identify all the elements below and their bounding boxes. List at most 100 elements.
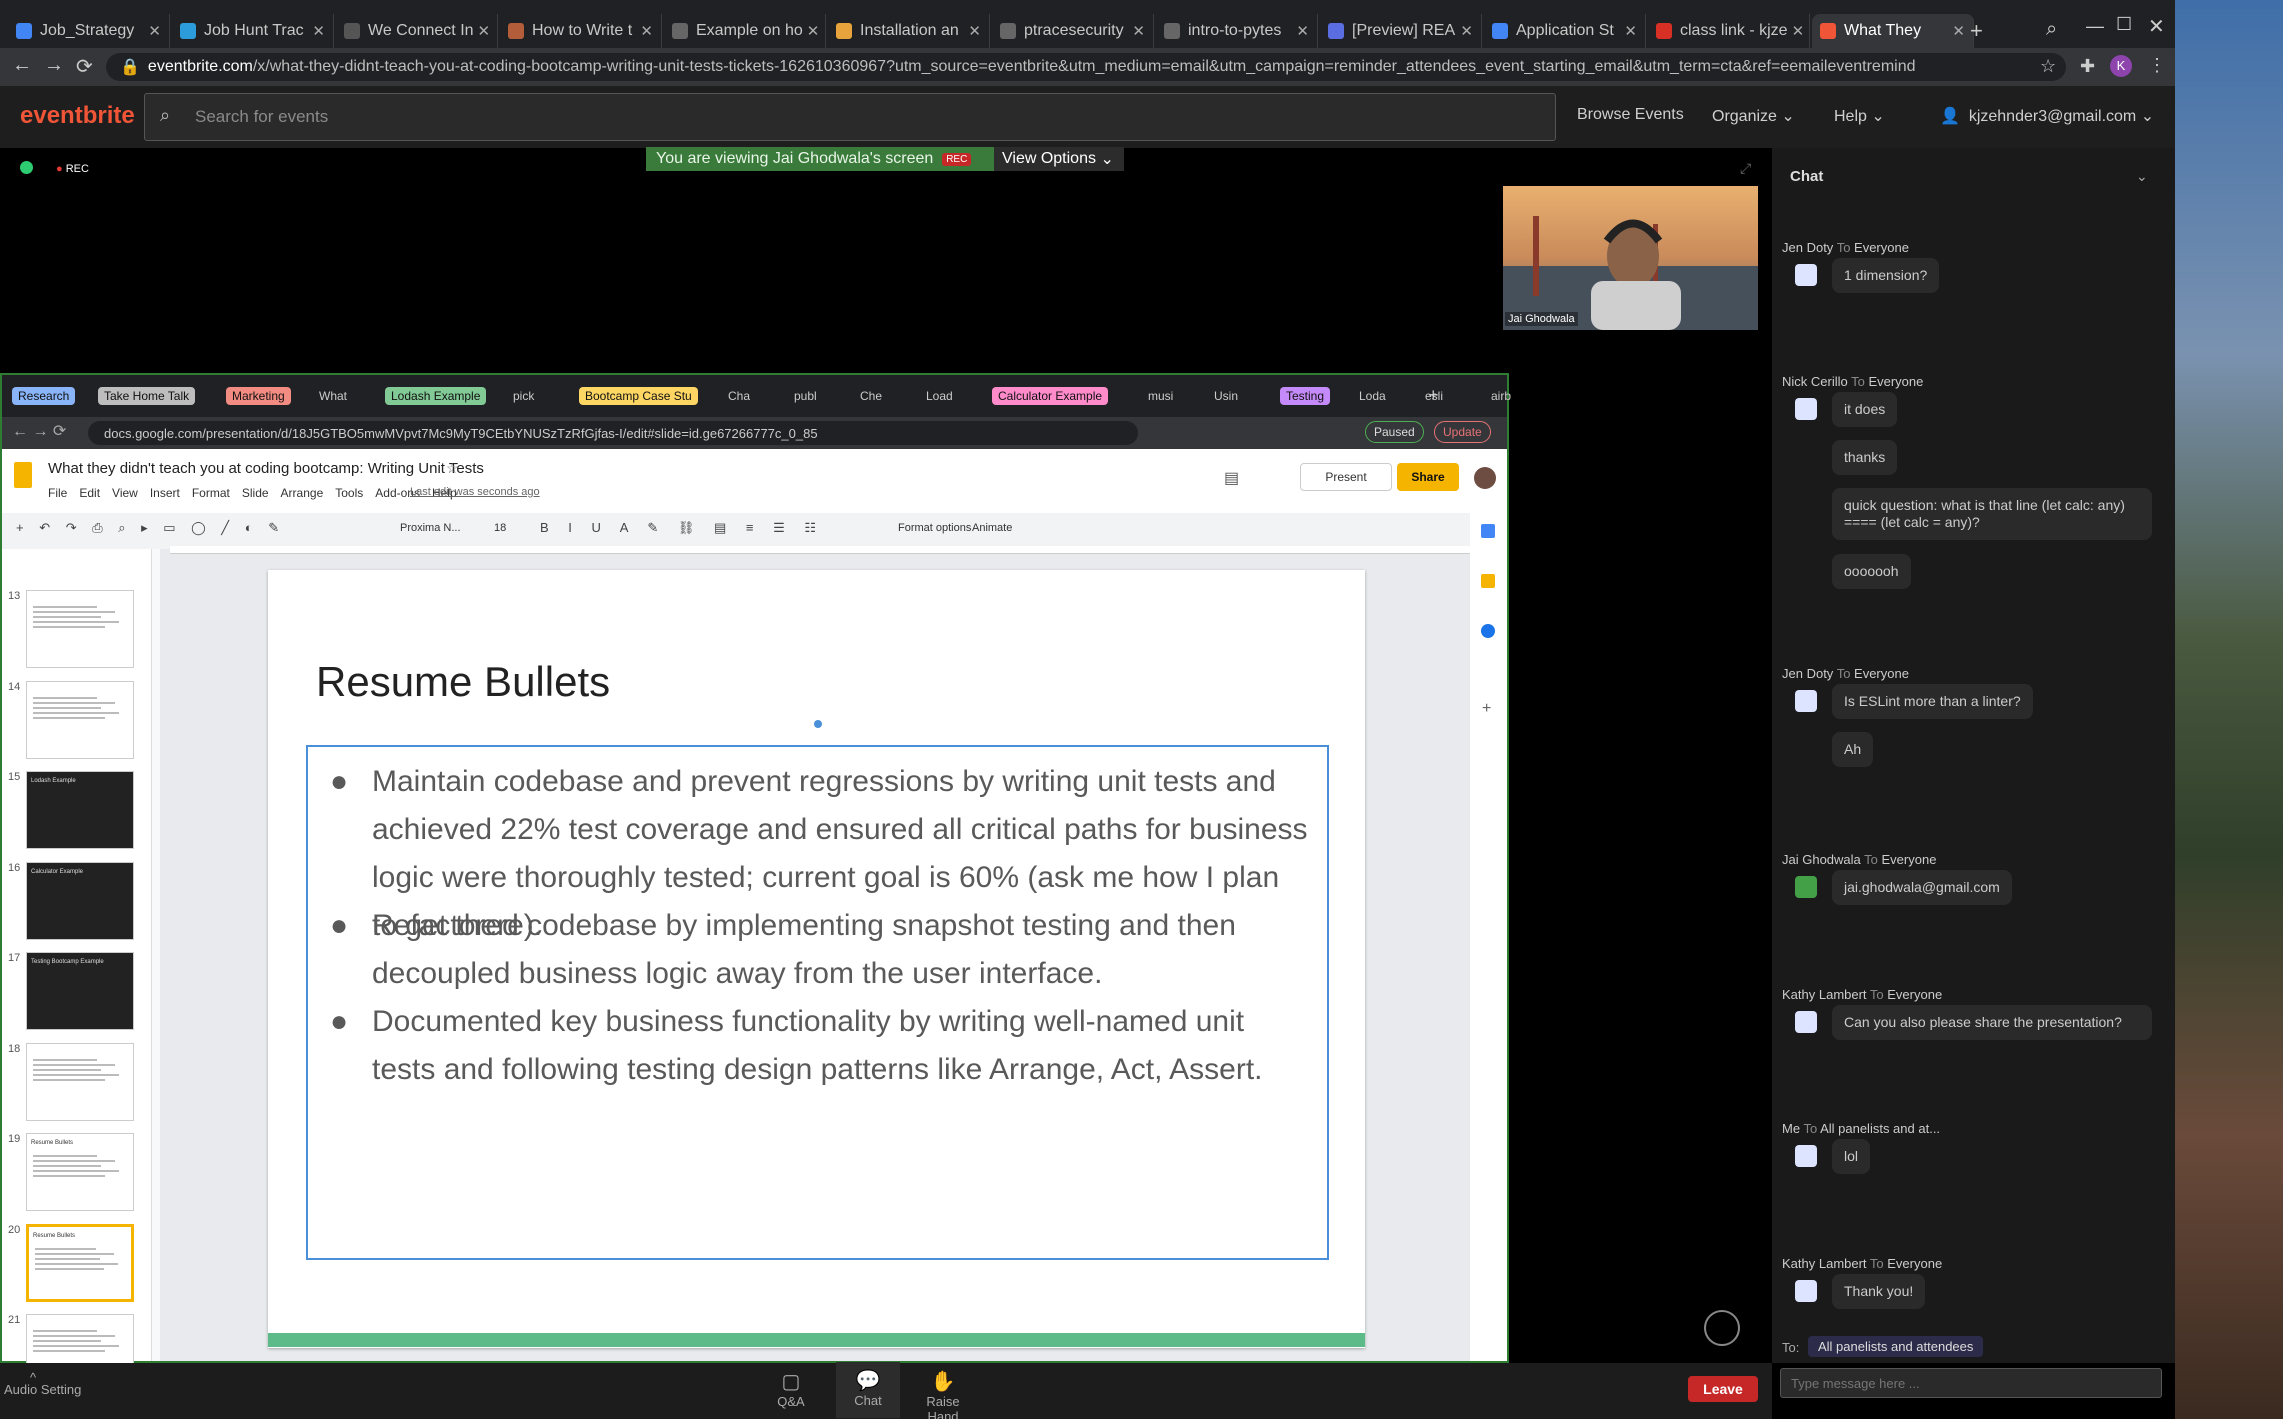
chevron-down-icon: ⌄ bbox=[1781, 108, 1795, 125]
event-search-input[interactable]: Search for events bbox=[144, 93, 1556, 141]
user-icon: 👤 bbox=[1940, 108, 1960, 125]
browser-tab[interactable]: What They ✕ bbox=[1812, 14, 1974, 48]
thumbnail-line bbox=[35, 1247, 97, 1250]
shared-tab-label: Calculator Example bbox=[992, 387, 1109, 405]
thumbnail-line bbox=[33, 706, 101, 709]
help-circle-icon[interactable] bbox=[1704, 1310, 1740, 1346]
browser-tab[interactable]: intro-to-pytes ✕ bbox=[1156, 14, 1318, 48]
chat-recipient-select[interactable]: All panelists and attendees bbox=[1808, 1336, 1984, 1357]
share-label: Share bbox=[1411, 470, 1445, 484]
slide-number: 19 bbox=[8, 1133, 21, 1145]
tab-favicon-icon bbox=[180, 23, 196, 39]
url-input[interactable]: 🔒 eventbrite.com/x/what-they-didnt-teach-… bbox=[106, 53, 2066, 81]
bullet-text: Documented key business functionality by… bbox=[372, 1005, 1263, 1086]
tab-close-icon[interactable]: ✕ bbox=[1620, 22, 1637, 40]
thumbnail-line bbox=[33, 1345, 119, 1347]
slide-thumbnail: Resume Bullets bbox=[26, 1223, 134, 1302]
search-placeholder: Search for events bbox=[195, 107, 329, 126]
chat-title: Chat bbox=[1790, 168, 1824, 185]
browser-tab[interactable]: class link - kjze ✕ bbox=[1648, 14, 1810, 48]
tab-close-icon[interactable]: ✕ bbox=[308, 22, 325, 40]
tab-close-icon[interactable]: ✕ bbox=[1948, 22, 1965, 40]
browser-menu-icon[interactable]: ⋮ bbox=[2148, 55, 2166, 76]
shared-tab: Calculator Example bbox=[988, 383, 1140, 409]
reload-icon[interactable]: ⟳ bbox=[76, 54, 93, 79]
tab-close-icon[interactable]: ✕ bbox=[1456, 22, 1473, 40]
eventbrite-logo[interactable]: eventbrite bbox=[20, 102, 135, 130]
present-button: Present bbox=[1300, 463, 1392, 491]
organize-menu[interactable]: Organize ⌄ bbox=[1712, 106, 1795, 126]
qa-button[interactable]: ▢ Q&A bbox=[776, 1369, 806, 1409]
shared-tab-label: Take Home Talk bbox=[98, 387, 196, 405]
browser-tab[interactable]: Job Hunt Trac ✕ bbox=[172, 14, 334, 48]
user-email: kjzehnder3@gmail.com bbox=[1968, 108, 2137, 125]
tab-favicon-icon bbox=[1492, 23, 1508, 39]
tab-close-icon[interactable]: ✕ bbox=[964, 22, 981, 40]
browser-tab[interactable]: Application St ✕ bbox=[1484, 14, 1646, 48]
browser-tab[interactable]: How to Write t ✕ bbox=[500, 14, 662, 48]
view-options-button[interactable]: View Options ⌄ bbox=[994, 147, 1124, 171]
back-icon[interactable]: ← bbox=[12, 54, 32, 77]
maximize-icon[interactable]: ☐ bbox=[2116, 14, 2132, 35]
profile-avatar[interactable]: K bbox=[2110, 55, 2132, 77]
chat-message-input[interactable] bbox=[1780, 1368, 2162, 1398]
share-button: Share bbox=[1397, 463, 1459, 491]
chat-sender: Jen Doty To Everyone bbox=[1782, 666, 1909, 681]
comments-icon: ▤ bbox=[1224, 470, 1240, 487]
menu-item: Edit bbox=[79, 486, 101, 500]
raise-hand-button[interactable]: ✋ Raise Hand bbox=[910, 1369, 976, 1419]
help-menu[interactable]: Help ⌄ bbox=[1834, 106, 1885, 126]
chat-message: Is ESLint more than a linter? bbox=[1832, 684, 2033, 719]
tab-close-icon[interactable]: ✕ bbox=[636, 22, 653, 40]
tab-search-icon[interactable]: ⌕ bbox=[2046, 18, 2057, 41]
tab-title: Application St bbox=[1516, 22, 1614, 39]
browser-tab[interactable]: Job_Strategy ✕ bbox=[8, 14, 170, 48]
recipient-name: All panelists and at... bbox=[1820, 1121, 1941, 1136]
qa-icon: ▢ bbox=[781, 1371, 801, 1393]
chat-button[interactable]: 💬 Chat bbox=[836, 1362, 900, 1418]
tab-close-icon[interactable]: ✕ bbox=[1128, 22, 1145, 40]
slide-number: 18 bbox=[8, 1042, 21, 1055]
thumbnail-line bbox=[33, 701, 115, 704]
sender-name: Jen Doty bbox=[1782, 240, 1834, 255]
browser-tab[interactable]: We Connect In ✕ bbox=[336, 14, 498, 48]
browser-tab[interactable]: Installation an ✕ bbox=[828, 14, 990, 48]
leave-button[interactable]: Leave bbox=[1688, 1376, 1758, 1402]
thumbnail-title: Testing Bootcamp Example bbox=[31, 959, 104, 965]
chat-avatar bbox=[1795, 264, 1817, 286]
tab-close-icon[interactable]: ✕ bbox=[1292, 22, 1309, 40]
hand-icon: ✋ bbox=[930, 1371, 956, 1393]
tab-close-icon[interactable]: ✕ bbox=[1788, 22, 1805, 40]
expand-icon[interactable]: ⤢ bbox=[1740, 160, 1751, 177]
audio-settings-button[interactable]: Audio Setting bbox=[4, 1382, 81, 1397]
close-window-icon[interactable]: ✕ bbox=[2148, 14, 2165, 39]
slides-logo-icon bbox=[14, 462, 32, 488]
browse-events-link[interactable]: Browse Events bbox=[1577, 106, 1684, 124]
browser-tab[interactable]: Example on ho ✕ bbox=[664, 14, 826, 48]
chat-sender: Me To All panelists and at... bbox=[1782, 1121, 1940, 1136]
tab-close-icon[interactable]: ✕ bbox=[144, 22, 161, 40]
minimize-icon[interactable]: — bbox=[2086, 16, 2104, 37]
extensions-icon[interactable]: ✚ bbox=[2080, 56, 2095, 77]
thumbnail-title: Resume Bullets bbox=[33, 1232, 76, 1239]
bookmark-star-icon[interactable]: ☆ bbox=[2040, 56, 2056, 77]
tab-title: [Preview] REA bbox=[1352, 22, 1456, 39]
forward-icon[interactable]: → bbox=[44, 54, 64, 77]
browser-tab[interactable]: [Preview] REA ✕ bbox=[1320, 14, 1482, 48]
recipient-name: Everyone bbox=[1887, 987, 1943, 1002]
shared-tab: Usin bbox=[1210, 383, 1272, 409]
shared-tab-label: What bbox=[319, 389, 348, 403]
shared-back-icon: ← → ⟳ bbox=[12, 423, 67, 440]
thumbnail-line bbox=[33, 616, 101, 618]
tab-favicon-icon bbox=[508, 23, 524, 39]
tab-close-icon[interactable]: ✕ bbox=[803, 22, 820, 40]
thumbnail-line bbox=[33, 611, 115, 613]
browser-tab[interactable]: ptracesecurity ✕ bbox=[992, 14, 1154, 48]
bullet-text: Refactored codebase by implementing snap… bbox=[372, 909, 1236, 990]
shared-tab-label: pick bbox=[513, 389, 535, 403]
new-tab-icon[interactable]: + bbox=[1970, 18, 1983, 44]
user-menu[interactable]: 👤 kjzehnder3@gmail.com ⌄ bbox=[1940, 106, 2154, 126]
chevron-down-icon: ⌄ bbox=[1871, 108, 1885, 125]
chat-collapse-icon[interactable]: ⌄ bbox=[2136, 168, 2148, 185]
tab-close-icon[interactable]: ✕ bbox=[474, 22, 491, 40]
